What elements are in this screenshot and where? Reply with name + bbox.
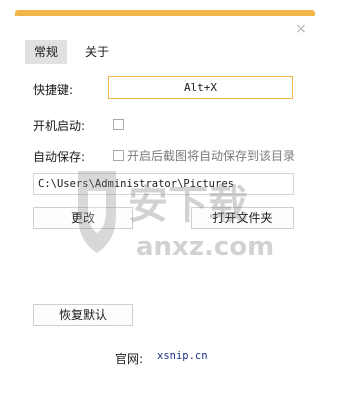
website-label: 官网: <box>115 352 144 366</box>
autosave-label: 自动保存: <box>33 150 86 164</box>
website-link[interactable]: xsnip.cn <box>157 350 208 362</box>
close-icon[interactable]: × <box>294 22 308 36</box>
tab-general[interactable]: 常规 <box>25 40 67 64</box>
save-path-field[interactable]: C:\Users\Administrator\Pictures <box>33 173 294 195</box>
restore-defaults-button[interactable]: 恢复默认 <box>33 304 133 326</box>
autosave-checkbox[interactable] <box>113 150 124 161</box>
title-accent-bar <box>15 10 315 16</box>
autostart-checkbox[interactable] <box>113 119 124 130</box>
autosave-option-label[interactable]: 开启后截图将自动保存到该目录 <box>127 147 295 164</box>
hotkey-label: 快捷键: <box>33 83 74 97</box>
tab-about[interactable]: 关于 <box>77 40 117 64</box>
open-folder-button[interactable]: 打开文件夹 <box>191 207 294 229</box>
autostart-label: 开机启动: <box>33 119 86 133</box>
hotkey-input[interactable]: Alt+X <box>108 76 293 99</box>
change-button[interactable]: 更改 <box>33 207 133 229</box>
watermark-en-text: anxz.com <box>136 232 274 262</box>
